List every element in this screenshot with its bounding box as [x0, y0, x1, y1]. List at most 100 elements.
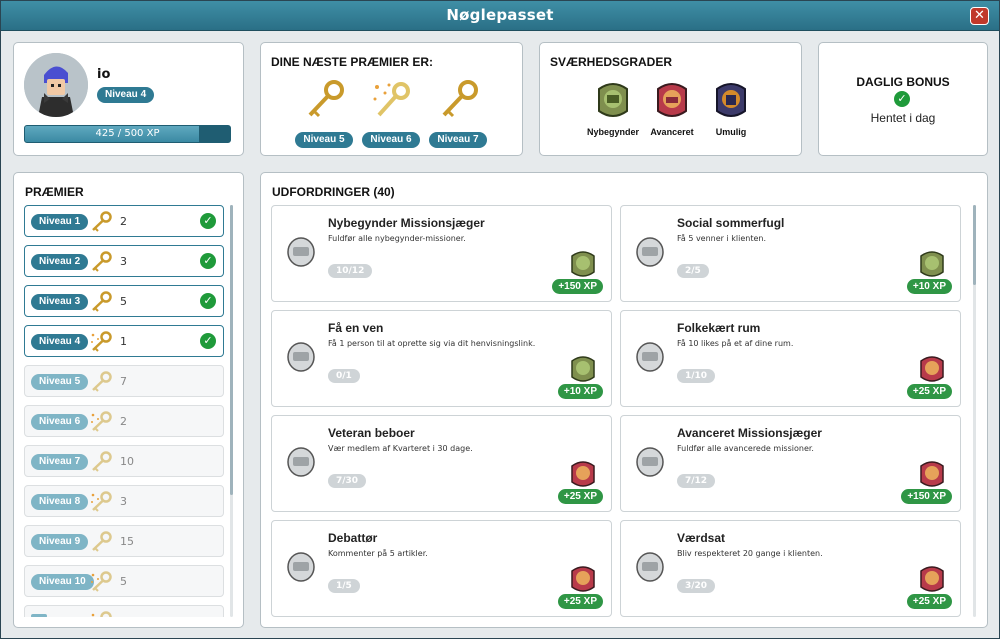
key-icon — [89, 291, 113, 313]
challenge-xp-reward: +25 XP — [906, 384, 952, 399]
challenge-description: Få 5 venner i klienten. — [677, 234, 767, 243]
difficulty-heading: SVÆRHEDSGRADER — [550, 55, 673, 69]
challenges-scrollbar[interactable] — [973, 205, 976, 617]
friends-icon — [284, 339, 318, 375]
reward-count: 15 — [120, 535, 134, 548]
advanced-badge-icon — [918, 565, 946, 595]
reward-count: 2 — [120, 415, 127, 428]
advanced-badge-icon — [569, 460, 597, 490]
current-level-badge: Niveau 4 — [97, 87, 155, 103]
next-reward-2: Niveau 6 — [361, 79, 421, 148]
reward-row[interactable]: Niveau 3 5 ✓ — [24, 285, 224, 317]
reward-count: 3 — [120, 255, 127, 268]
daily-bonus-heading: DAGLIG BONUS — [856, 75, 950, 89]
reward-row[interactable]: Niveau 2 3 ✓ — [24, 245, 224, 277]
challenge-description: Kommenter på 5 artikler. — [328, 549, 428, 558]
reward-count: 5 — [120, 575, 127, 588]
rewards-scrollbar[interactable] — [230, 205, 233, 617]
reward-row[interactable]: Niveau 4 1 ✓ — [24, 325, 224, 357]
key-pass-window: Nøglepasset ✕ io Niveau 4 425 / 500 XP D… — [0, 0, 1000, 639]
article-icon — [284, 549, 318, 585]
xp-progress-text: 425 / 500 XP — [95, 128, 160, 139]
reward-level-badge: Niveau 2 — [31, 254, 89, 270]
reward-row[interactable]: Niveau 10 5 — [24, 565, 224, 597]
sparkle-key-icon — [89, 571, 113, 593]
next-reward-3: Niveau 7 — [428, 79, 488, 148]
reward-level-badge: Niveau 9 — [31, 534, 89, 550]
challenge-card[interactable]: Social sommerfugl Få 5 venner i klienten.… — [620, 205, 961, 302]
key-icon — [89, 211, 113, 233]
challenge-title: Debattør — [328, 531, 378, 545]
reward-row[interactable]: Niveau 7 10 — [24, 445, 224, 477]
advanced-badge-icon — [657, 83, 687, 117]
challenge-progress: 10/12 — [328, 264, 373, 278]
challenge-card[interactable]: Avanceret Missionsjæger Fuldfør alle avan… — [620, 415, 961, 512]
helmet-icon — [284, 234, 318, 270]
difficulty-label: Nybegynder — [586, 127, 639, 137]
challenge-card[interactable]: Debattør Kommenter på 5 artikler. 1/5 +25 X… — [271, 520, 612, 617]
profile-panel: io Niveau 4 425 / 500 XP — [13, 42, 244, 156]
reward-row[interactable] — [24, 605, 224, 617]
sparkle-key-icon — [89, 411, 113, 433]
reward-level-badge: Niveau 7 — [31, 454, 89, 470]
challenge-title: Folkekært rum — [677, 321, 761, 335]
reward-row[interactable]: Niveau 9 15 — [24, 525, 224, 557]
next-reward-level: Niveau 7 — [429, 132, 487, 148]
difficulty-panel: SVÆRHEDSGRADER Nybegynder Avanceret Umul… — [539, 42, 802, 156]
challenges-scrollbar-thumb[interactable] — [973, 205, 976, 285]
veteran-icon — [284, 444, 318, 480]
challenges-panel: UDFORDRINGER (40) Nybegynder Missionsjæg… — [260, 172, 988, 628]
challenge-card[interactable]: Folkekært rum Få 10 likes på et af dine r… — [620, 310, 961, 407]
challenge-progress: 0/1 — [328, 369, 360, 383]
reward-count: 7 — [120, 375, 127, 388]
challenge-xp-reward: +150 XP — [901, 489, 952, 504]
reward-row[interactable]: Niveau 5 7 — [24, 365, 224, 397]
challenge-card[interactable]: Veteran beboer Vær medlem af Kvarteret i … — [271, 415, 612, 512]
challenge-card[interactable]: Få en ven Få 1 person til at oprette sig … — [271, 310, 612, 407]
next-rewards-heading: DINE NÆSTE PRÆMIER ER: — [271, 55, 434, 69]
rewards-scrollbar-thumb[interactable] — [230, 205, 233, 495]
challenge-xp-reward: +150 XP — [552, 279, 603, 294]
reward-row[interactable]: Niveau 6 2 — [24, 405, 224, 437]
reward-level-badge: Niveau 5 — [31, 374, 89, 390]
challenges-grid[interactable]: Nybegynder Missionsjæger Fuldfør alle nyb… — [271, 205, 961, 617]
challenge-title: Nybegynder Missionsjæger — [328, 216, 485, 230]
reward-row[interactable]: Niveau 1 2 ✓ — [24, 205, 224, 237]
reward-level-badge: Niveau 6 — [31, 414, 89, 430]
challenge-title: Værdsat — [677, 531, 726, 545]
rewards-list[interactable]: Niveau 1 2 ✓ Niveau 2 3 ✓ Niveau 3 5 ✓ Niveau 4 1 ✓… — [24, 205, 224, 617]
challenge-description: Bliv respekteret 20 gange i klienten. — [677, 549, 823, 558]
rewards-panel: PRÆMIER Niveau 1 2 ✓ Niveau 2 3 ✓ Niveau 3 5 ✓ Ni… — [13, 172, 244, 628]
close-button[interactable]: ✕ — [970, 7, 989, 25]
impossible-badge-icon — [716, 83, 746, 117]
reward-level-badge: Niveau 4 — [31, 334, 89, 350]
gold-key-icon — [308, 80, 344, 118]
difficulty-advanced[interactable]: Avanceret — [642, 81, 702, 137]
next-reward-level: Niveau 5 — [295, 132, 353, 148]
challenge-xp-reward: +10 XP — [557, 384, 603, 399]
difficulty-impossible[interactable]: Umulig — [701, 81, 761, 137]
title-bar[interactable]: Nøglepasset ✕ — [1, 1, 999, 31]
reward-count: 1 — [120, 335, 127, 348]
key-icon — [89, 251, 113, 273]
sparkle-key-icon — [89, 611, 113, 617]
avatar — [24, 53, 88, 117]
beginner-badge-icon — [598, 83, 628, 117]
key-icon — [89, 531, 113, 553]
difficulty-label: Umulig — [715, 127, 747, 137]
challenge-xp-reward: +25 XP — [557, 594, 603, 609]
reward-level-badge — [31, 614, 47, 617]
advanced-badge-icon — [918, 460, 946, 490]
sparkle-key-icon — [89, 491, 113, 513]
challenge-card[interactable]: Værdsat Bliv respekteret 20 gange i klien… — [620, 520, 961, 617]
reward-row[interactable]: Niveau 8 3 — [24, 485, 224, 517]
rewards-heading: PRÆMIER — [25, 185, 84, 199]
challenge-description: Vær medlem af Kvarteret i 30 dage. — [328, 444, 473, 453]
challenge-progress: 1/5 — [328, 579, 360, 593]
difficulty-beginner[interactable]: Nybegynder — [583, 81, 643, 137]
challenge-card[interactable]: Nybegynder Missionsjæger Fuldfør alle nyb… — [271, 205, 612, 302]
key-icon — [89, 371, 113, 393]
sparkle-key-icon — [89, 331, 113, 353]
next-reward-level: Niveau 6 — [362, 132, 420, 148]
daily-bonus-panel: DAGLIG BONUS ✓ Hentet i dag — [818, 42, 988, 156]
